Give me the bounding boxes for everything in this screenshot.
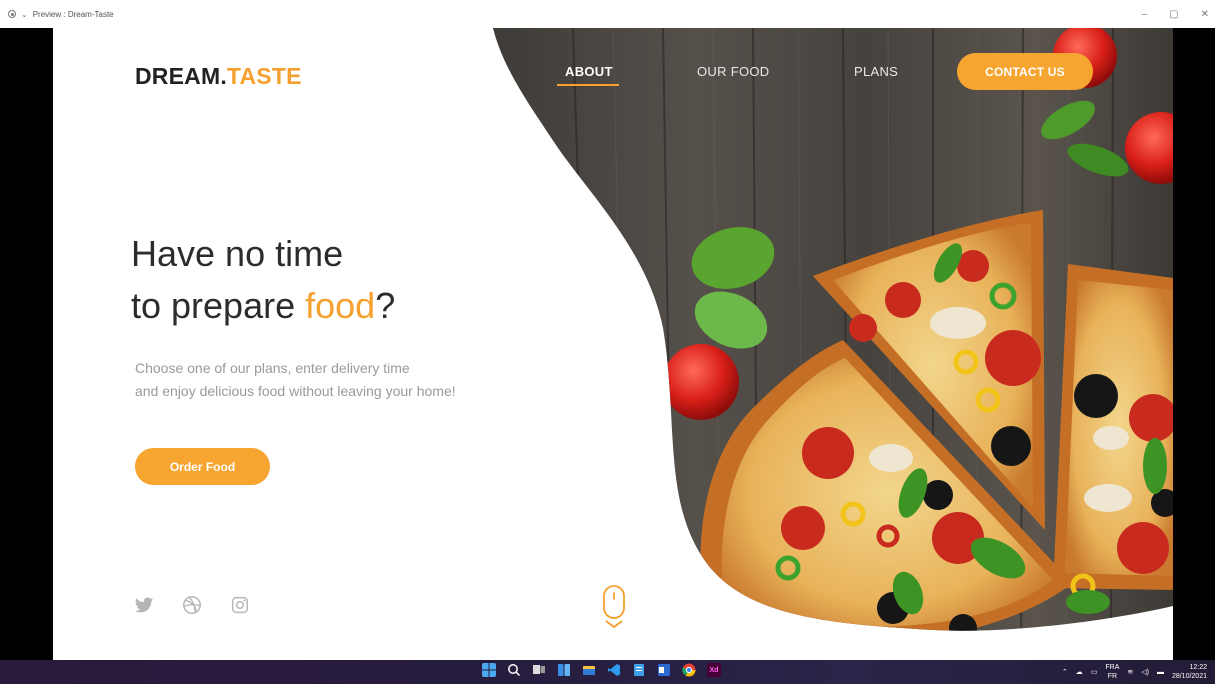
nav-item-plans[interactable]: PLANS bbox=[854, 64, 898, 79]
twitter-icon[interactable] bbox=[133, 594, 155, 616]
preview-page: DREAM.TASTE ABOUT OUR FOOD PLANS CONTACT… bbox=[53, 28, 1173, 660]
xd-icon[interactable]: Xd bbox=[707, 663, 721, 677]
vscode-icon[interactable] bbox=[607, 663, 621, 677]
pizza-hero-image bbox=[493, 28, 1173, 631]
nav-item-our-food[interactable]: OUR FOOD bbox=[697, 64, 769, 79]
minimize-button[interactable]: – bbox=[1142, 9, 1148, 20]
window-title-bar: ⌄ Preview : Dream-Taste – ▢ ✕ bbox=[0, 0, 1215, 28]
dribbble-icon[interactable] bbox=[181, 594, 203, 616]
widgets-icon[interactable] bbox=[557, 663, 571, 677]
notepad-icon[interactable] bbox=[632, 663, 646, 677]
clock[interactable]: 12:22 28/10/2021 bbox=[1172, 663, 1207, 681]
scroll-down-mouse-icon[interactable] bbox=[601, 584, 627, 630]
hero-headline-line1: Have no time bbox=[131, 233, 344, 274]
language-indicator[interactable]: FRA FR bbox=[1105, 663, 1119, 681]
hero-headline-line2: to prepare food? bbox=[131, 285, 396, 326]
system-tray: ⌃ ☁ ▭ FRA FR ≋ ◁) ▬ 12:22 28/10/2021 bbox=[1062, 660, 1207, 684]
hero-subtext: Choose one of our plans, enter delivery … bbox=[135, 360, 456, 399]
tablet-icon[interactable]: ▭ bbox=[1091, 668, 1098, 676]
letterbox-left bbox=[0, 28, 53, 660]
windows-start-icon[interactable] bbox=[482, 663, 496, 677]
hero-headline-accent: food bbox=[305, 285, 376, 326]
chevron-down-icon[interactable]: ⌄ bbox=[21, 10, 28, 19]
hero-headline: Have no time to prepare food? bbox=[131, 228, 395, 332]
chrome-icon[interactable] bbox=[682, 663, 696, 677]
volume-icon[interactable]: ◁) bbox=[1141, 668, 1149, 676]
search-icon[interactable] bbox=[507, 663, 521, 677]
chevron-up-icon[interactable]: ⌃ bbox=[1062, 668, 1068, 676]
window-title: Preview : Dream-Taste bbox=[32, 9, 114, 19]
taskbar: Xd ⌃ ☁ ▭ FRA FR ≋ ◁) ▬ 12:22 28/10/2021 bbox=[0, 660, 1215, 684]
order-food-button[interactable]: Order Food bbox=[135, 448, 270, 485]
nav-item-about[interactable]: ABOUT bbox=[565, 64, 613, 79]
word-icon[interactable] bbox=[657, 663, 671, 677]
task-view-icon[interactable] bbox=[532, 663, 546, 677]
file-explorer-icon[interactable] bbox=[582, 663, 596, 677]
brand-logo-accent: TASTE bbox=[226, 63, 302, 89]
close-button[interactable]: ✕ bbox=[1201, 9, 1209, 20]
wifi-icon[interactable]: ≋ bbox=[1127, 668, 1133, 676]
nav-active-underline bbox=[557, 84, 619, 86]
brand-logo[interactable]: DREAM.TASTE bbox=[135, 63, 302, 90]
battery-icon[interactable]: ▬ bbox=[1157, 669, 1164, 676]
instagram-icon[interactable] bbox=[229, 594, 251, 616]
onedrive-icon[interactable]: ☁ bbox=[1076, 668, 1083, 676]
window-menu-icon[interactable] bbox=[8, 10, 16, 18]
maximize-button[interactable]: ▢ bbox=[1169, 9, 1178, 20]
contact-us-button[interactable]: CONTACT US bbox=[957, 53, 1093, 90]
letterbox-right bbox=[1173, 28, 1215, 660]
